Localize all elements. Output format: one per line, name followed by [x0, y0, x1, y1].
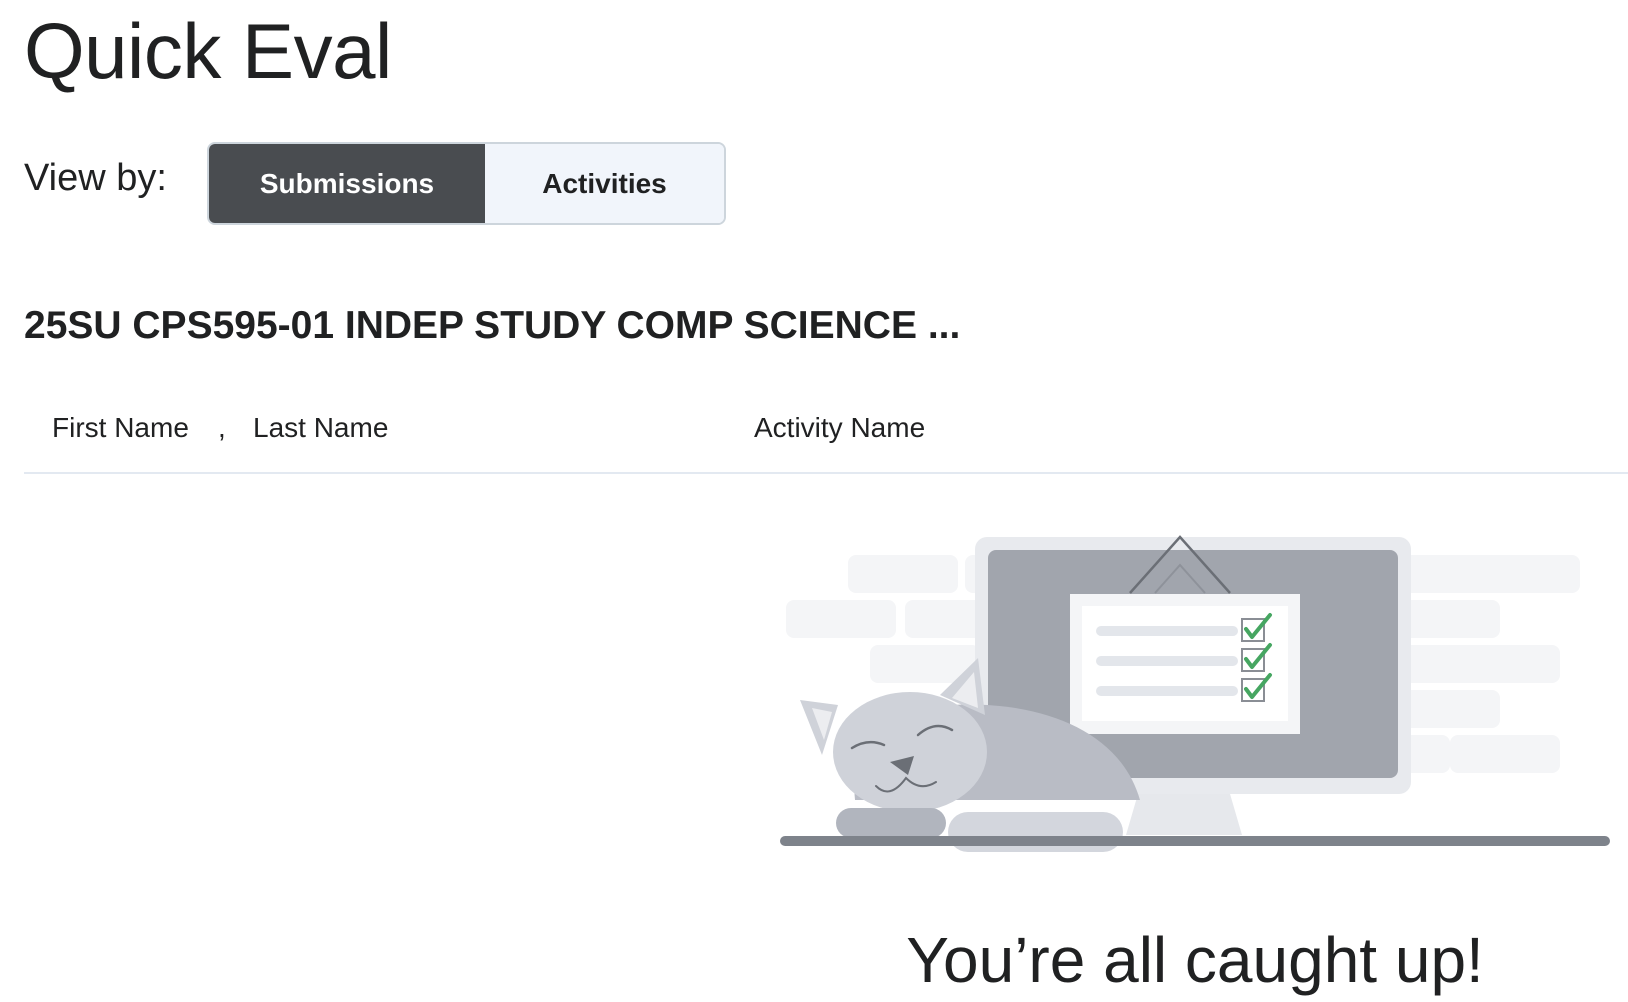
activity-name-column-header[interactable]: Activity Name — [754, 410, 925, 446]
name-separator: , — [218, 412, 226, 443]
last-name-column-header[interactable]: Last Name — [253, 410, 388, 446]
view-by-toggle: Submissions Activities — [207, 142, 726, 225]
view-by-label: View by: — [24, 157, 167, 199]
activities-button[interactable]: Activities — [485, 144, 724, 223]
sleeping-cat-monitor-checklist-icon — [780, 535, 1610, 852]
empty-state-message: You’re all caught up! — [906, 924, 1484, 996]
first-name-column-header[interactable]: First Name — [52, 410, 189, 446]
course-heading: 25SU CPS595-01 INDEP STUDY COMP SCIENCE … — [24, 304, 961, 347]
table-header: First Name , Last Name Activity Name — [24, 390, 1628, 474]
page-title: Quick Eval — [24, 7, 392, 95]
submissions-button[interactable]: Submissions — [209, 144, 485, 223]
